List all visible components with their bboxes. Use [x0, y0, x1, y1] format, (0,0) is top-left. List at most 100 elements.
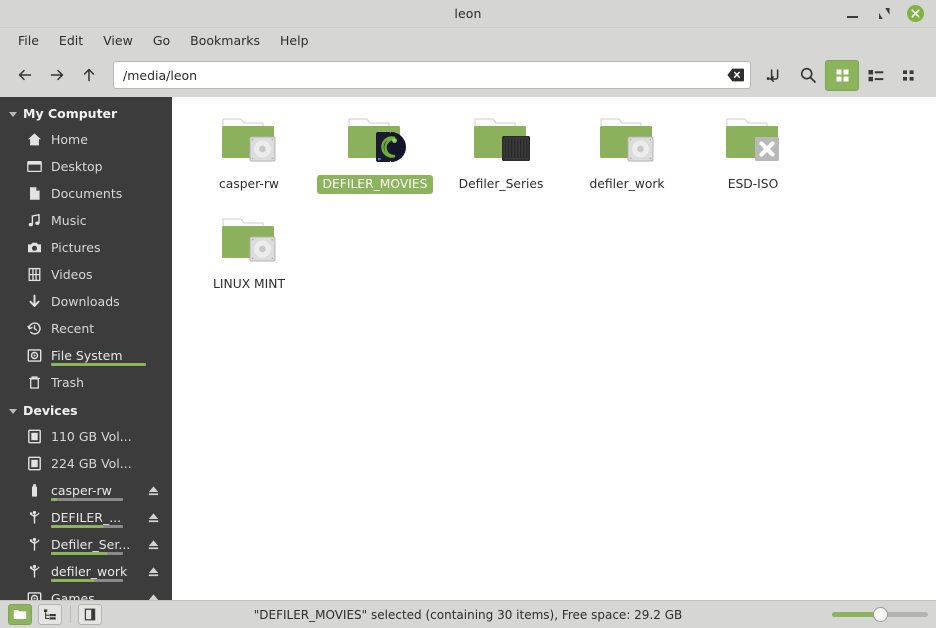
clear-path-button[interactable]	[727, 68, 744, 82]
trash-icon	[26, 375, 42, 391]
arrow-right-icon	[50, 69, 64, 81]
menu-go[interactable]: Go	[143, 30, 180, 51]
menu-view[interactable]: View	[93, 30, 143, 51]
sidebar-group-label: My Computer	[23, 106, 118, 121]
download-arrow-icon	[26, 294, 42, 310]
file-item[interactable]: casper-rw	[186, 111, 312, 211]
chevron-down-icon	[9, 408, 17, 414]
file-item[interactable]: ESD-ISO	[690, 111, 816, 211]
sidebar-item-pictures[interactable]: Pictures	[0, 234, 172, 261]
folder-icon	[721, 113, 785, 169]
folder-icon	[343, 113, 407, 169]
sidebar-device-224gb[interactable]: 224 GB Vol...	[0, 450, 172, 477]
grid-view-icon	[836, 69, 848, 81]
sidebar-item-videos[interactable]: Videos	[0, 261, 172, 288]
sidebar-group-devices[interactable]: Devices	[0, 398, 172, 423]
sidebar-item-label: Desktop	[51, 159, 103, 174]
menu-bookmarks[interactable]: Bookmarks	[180, 30, 270, 51]
sidebar-item-home[interactable]: Home	[0, 126, 172, 153]
list-view-icon	[868, 69, 884, 81]
sidebar-item-downloads[interactable]: Downloads	[0, 288, 172, 315]
sidebar-device-defiler-series[interactable]: Defiler_Ser...	[0, 531, 172, 558]
file-label: defiler_work	[589, 177, 665, 191]
disk-icon	[26, 348, 42, 364]
drive-icon	[26, 456, 42, 472]
file-item[interactable]: Defiler_Series	[438, 111, 564, 211]
sidebar-item-music[interactable]: Music	[0, 207, 172, 234]
back-button[interactable]	[9, 60, 41, 90]
external-drive-black-emblem	[502, 136, 530, 161]
sidebar-item-label: 224 GB Vol...	[51, 456, 132, 471]
sidebar-item-label: DEFILER_...	[51, 510, 122, 525]
extra-toggle-button[interactable]	[78, 604, 102, 625]
close-button[interactable]	[907, 5, 924, 22]
sidebar-group-my-computer[interactable]: My Computer	[0, 101, 172, 126]
path-text[interactable]: /media/leon	[123, 68, 727, 83]
usage-bar	[51, 552, 123, 555]
drop-indicator	[51, 363, 146, 366]
compact-view-icon	[903, 69, 914, 81]
sidebar-item-label: Downloads	[51, 294, 120, 309]
eject-button[interactable]	[146, 484, 160, 498]
clock-history-icon	[26, 321, 42, 337]
view-icon-button[interactable]	[825, 59, 859, 91]
sidebar-panel-icon	[84, 608, 96, 621]
sidebar-device-defiler-movies[interactable]: DEFILER_...	[0, 504, 172, 531]
places-toggle-button[interactable]	[8, 604, 32, 625]
file-item[interactable]: defiler_work	[564, 111, 690, 211]
music-note-icon	[26, 213, 42, 229]
eject-icon	[148, 513, 158, 523]
tree-toggle-button[interactable]	[38, 604, 62, 625]
file-item[interactable]: LINUX MINT	[186, 211, 312, 311]
sidebar-item-label: Recent	[51, 321, 95, 336]
hard-disk-emblem	[249, 236, 276, 262]
sidebar-device-casper-rw[interactable]: casper-rw	[0, 477, 172, 504]
main-body: My Computer Home Desktop Documents Music…	[0, 97, 936, 600]
sidebar-item-label: Defiler_Ser...	[51, 537, 131, 552]
sidebar-device-defiler-work[interactable]: defiler_work	[0, 558, 172, 585]
sidebar-item-file-system[interactable]: File System	[0, 342, 172, 369]
sidebar-item-desktop[interactable]: Desktop	[0, 153, 172, 180]
zoom-handle[interactable]	[872, 607, 888, 622]
status-text: "DEFILER_MOVIES" selected (containing 30…	[253, 607, 683, 622]
menu-file[interactable]: File	[8, 30, 49, 51]
sidebar[interactable]: My Computer Home Desktop Documents Music…	[0, 97, 172, 600]
view-list-button[interactable]	[859, 60, 893, 91]
path-entry[interactable]: /media/leon	[113, 61, 751, 89]
sidebar-item-trash[interactable]: Trash	[0, 369, 172, 396]
eject-button[interactable]	[146, 592, 160, 600]
folder-icon	[217, 113, 281, 169]
menu-edit[interactable]: Edit	[49, 30, 93, 51]
toolbar: /media/leon	[0, 53, 936, 97]
sidebar-device-110gb[interactable]: 110 GB Vol...	[0, 423, 172, 450]
menu-help[interactable]: Help	[270, 30, 319, 51]
eject-icon	[148, 540, 158, 550]
view-compact-button[interactable]	[893, 60, 927, 91]
minimize-button[interactable]	[843, 5, 861, 23]
eject-icon	[148, 486, 158, 496]
camera-icon	[26, 240, 42, 256]
open-terminal-button[interactable]	[757, 60, 791, 90]
zoom-slider[interactable]	[832, 606, 928, 624]
maximize-button[interactable]	[875, 5, 893, 23]
sidebar-device-games[interactable]: Games	[0, 585, 172, 600]
forward-button[interactable]	[41, 60, 73, 90]
sidebar-item-recent[interactable]: Recent	[0, 315, 172, 342]
eject-button[interactable]	[146, 565, 160, 579]
up-button[interactable]	[73, 60, 105, 90]
sidebar-item-label: Trash	[51, 375, 85, 390]
eject-button[interactable]	[146, 511, 160, 525]
usb-drive-icon	[26, 510, 42, 526]
external-drive-dark-emblem	[376, 132, 406, 162]
eject-button[interactable]	[146, 538, 160, 552]
usage-bar	[51, 579, 123, 582]
folder-icon	[469, 113, 533, 169]
search-button[interactable]	[791, 60, 825, 90]
file-area[interactable]: casper-rw DEFILER_MOVIES Defiler_Series …	[172, 97, 936, 600]
sidebar-item-label: casper-rw	[51, 483, 112, 498]
terminal-icon	[766, 69, 779, 82]
unmounted-x-emblem	[755, 137, 779, 161]
file-item-selected[interactable]: DEFILER_MOVIES	[312, 111, 438, 211]
drive-icon	[26, 429, 42, 445]
sidebar-item-documents[interactable]: Documents	[0, 180, 172, 207]
